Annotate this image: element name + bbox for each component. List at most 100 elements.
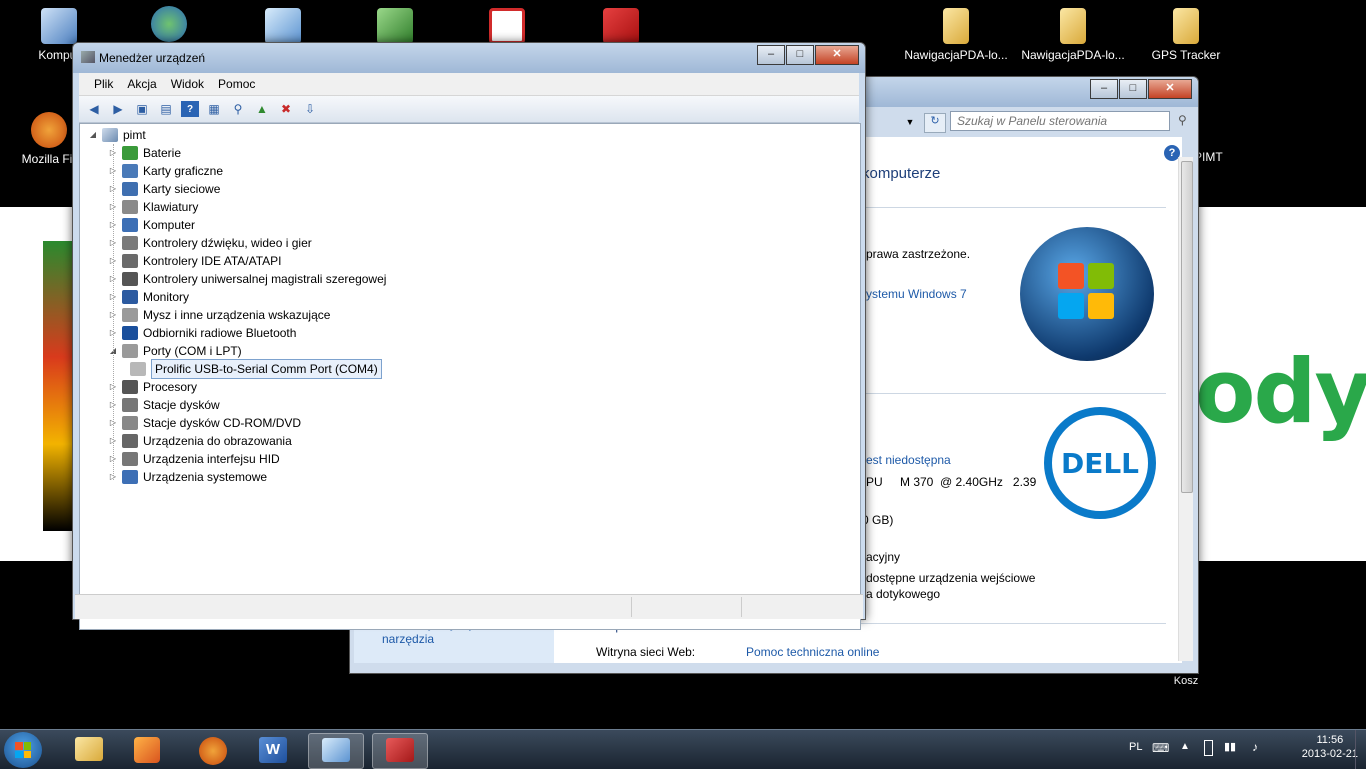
pen-touch-value-2: a dotykowego	[866, 587, 941, 601]
refresh-icon[interactable]: ↻	[924, 113, 946, 133]
tree-node[interactable]: ▷ Karty graficzne	[108, 162, 223, 180]
support-link[interactable]: Pomoc techniczna online	[746, 645, 879, 659]
tree-node-label: Kontrolery uniwersalnej magistrali szere…	[143, 272, 387, 286]
help-icon[interactable]: ?	[181, 101, 199, 117]
desktop-icon-recycle-bin[interactable]: Kosz	[1164, 673, 1208, 687]
taskbar-media-player[interactable]	[120, 733, 174, 767]
close-button[interactable]: ✕	[815, 45, 859, 65]
tree-node-label: Procesory	[143, 380, 198, 394]
keyboard-icon[interactable]: ⌨	[1152, 741, 1169, 755]
tree-node[interactable]: ▷ Baterie	[108, 144, 181, 162]
folder-icon	[1060, 8, 1086, 44]
tree-node-label: Karty graficzne	[143, 164, 224, 178]
roxio-icon	[489, 8, 525, 44]
enable-device-icon[interactable]: ⇩	[301, 101, 319, 117]
website-label: Witryna sieci Web:	[596, 645, 696, 659]
tree-node[interactable]: ▷ Procesory	[108, 378, 197, 396]
taskbar-device-manager[interactable]	[372, 733, 428, 769]
dell-logo: DELL	[1044, 407, 1156, 519]
tree-node[interactable]: ▷ Monitory	[108, 288, 189, 306]
tree-node[interactable]: ◢ Porty (COM i LPT)	[108, 342, 242, 360]
computer-icon	[102, 128, 118, 142]
tree-node[interactable]: ▷ Karty sieciowe	[108, 180, 220, 198]
device-manager-titlebar: Menedżer urządzeń – □ ✕	[73, 43, 865, 73]
menu-widok[interactable]: Widok	[164, 77, 211, 91]
properties-icon[interactable]: ▤	[157, 101, 175, 117]
tree-node[interactable]: ▷ Kontrolery uniwersalnej magistrali szer…	[108, 270, 386, 288]
tree-node[interactable]: ▷ Kontrolery dźwięku, wideo i gier	[108, 234, 312, 252]
tree-node[interactable]: ▷ Klawiatury	[108, 198, 198, 216]
edition-link[interactable]: ystemu Windows 7	[866, 287, 967, 301]
taskbar-firefox[interactable]	[186, 733, 240, 767]
toolbar: ◀ ▶ ▣ ▤ ? ▦ ⚲ ▲ ✖ ⇩	[79, 96, 859, 123]
maximize-button[interactable]: □	[786, 45, 814, 65]
uninstall-icon[interactable]: ✖	[277, 101, 295, 117]
taskbar-control-panel[interactable]	[308, 733, 364, 769]
rating-link[interactable]: est niedostępna	[866, 453, 951, 467]
start-button[interactable]	[4, 732, 42, 768]
folder-icon	[1173, 8, 1199, 44]
tree-node[interactable]: ▷ Odbiorniki radiowe Bluetooth	[108, 324, 296, 342]
tree-node[interactable]: ▷ Urządzenia systemowe	[108, 468, 267, 486]
pen-touch-value: dostępne urządzenia wejściowe	[866, 571, 1036, 585]
search-input[interactable]	[950, 111, 1170, 131]
battery-icon[interactable]	[1204, 740, 1213, 756]
forward-icon[interactable]: ▶	[109, 101, 127, 117]
maximize-button[interactable]: □	[1119, 79, 1147, 99]
desktop-icon-nawigacja-1[interactable]: NawigacjaPDA-lo...	[904, 8, 1008, 62]
device-category-icon	[122, 254, 138, 268]
tree-node-selected[interactable]: Prolific USB-to-Serial Comm Port (COM4)	[130, 359, 382, 379]
taskbar-explorer[interactable]	[62, 733, 116, 767]
address-dropdown-icon[interactable]: ▼	[902, 113, 918, 131]
tree-node[interactable]: ▷ Urządzenia do obrazowania	[108, 432, 292, 450]
tree-node[interactable]: ▷ Stacje dysków	[108, 396, 220, 414]
device-category-icon	[122, 236, 138, 250]
window-title: Menedżer urządzeń	[99, 51, 206, 65]
desktop-icon-network[interactable]	[130, 6, 208, 46]
collapse-icon[interactable]: ◢	[88, 126, 98, 144]
clock-time: 11:56	[1316, 734, 1344, 746]
tree-node[interactable]: ▷ Stacje dysków CD-ROM/DVD	[108, 414, 301, 432]
network-icon	[151, 6, 187, 42]
minimize-button[interactable]: –	[757, 45, 785, 65]
divider	[862, 393, 1166, 394]
tree-node[interactable]: ▷ Mysz i inne urządzenia wskazujące	[108, 306, 330, 324]
update-driver-icon[interactable]: ▲	[253, 101, 271, 117]
scrollbar[interactable]	[1178, 157, 1193, 661]
language-indicator[interactable]: PL	[1129, 741, 1142, 753]
windows-flag-icon	[15, 742, 31, 758]
menu-plik[interactable]: Plik	[87, 77, 120, 91]
tree-node[interactable]: ▷ Komputer	[108, 216, 195, 234]
tree-node-label: Porty (COM i LPT)	[143, 344, 242, 358]
desktop-icon-nawigacja-2[interactable]: NawigacjaPDA-lo...	[1018, 8, 1128, 62]
recycle-bin-label: Kosz	[1173, 675, 1199, 687]
desktop-icon-pimt[interactable]: PIMT	[1194, 150, 1234, 164]
clock[interactable]: 11:56 2013-02-21	[1302, 734, 1358, 760]
tree-node[interactable]: ▷ Kontrolery IDE ATA/ATAPI	[108, 252, 282, 270]
tree-root[interactable]: ◢ pimt	[88, 126, 146, 144]
tray-expand-icon[interactable]: ▲	[1180, 741, 1190, 752]
signal-icon[interactable]: ▮▮	[1224, 740, 1236, 753]
media-player-icon	[134, 737, 160, 763]
scan-hardware-icon[interactable]: ⚲	[229, 101, 247, 117]
tree-node-label: Odbiorniki radiowe Bluetooth	[143, 326, 297, 340]
menu-pomoc[interactable]: Pomoc	[211, 77, 262, 91]
back-icon[interactable]: ◀	[85, 101, 103, 117]
show-hide-console-icon[interactable]: ▣	[133, 101, 151, 117]
menu-akcja[interactable]: Akcja	[120, 77, 163, 91]
control-panel-icon	[322, 738, 350, 762]
close-button[interactable]: ✕	[1148, 79, 1192, 99]
scrollbar-thumb[interactable]	[1181, 161, 1193, 493]
taskbar-word[interactable]: W	[246, 733, 300, 767]
view-icon[interactable]: ▦	[205, 101, 223, 117]
device-manager-window: Menedżer urządzeń – □ ✕ Plik Akcja Widok…	[72, 42, 866, 630]
tree-node-label: Klawiatury	[143, 200, 199, 214]
tree-node[interactable]: ▷ Urządzenia interfejsu HID	[108, 450, 280, 468]
desktop-icon-gps-tracker[interactable]: GPS Tracker	[1146, 8, 1226, 62]
folder-icon	[943, 8, 969, 44]
volume-icon[interactable]: ♪	[1252, 740, 1258, 754]
minimize-button[interactable]: –	[1090, 79, 1118, 99]
show-desktop-button[interactable]	[1355, 730, 1366, 769]
tree-node-label: Mysz i inne urządzenia wskazujące	[143, 308, 331, 322]
device-category-icon	[122, 452, 138, 466]
